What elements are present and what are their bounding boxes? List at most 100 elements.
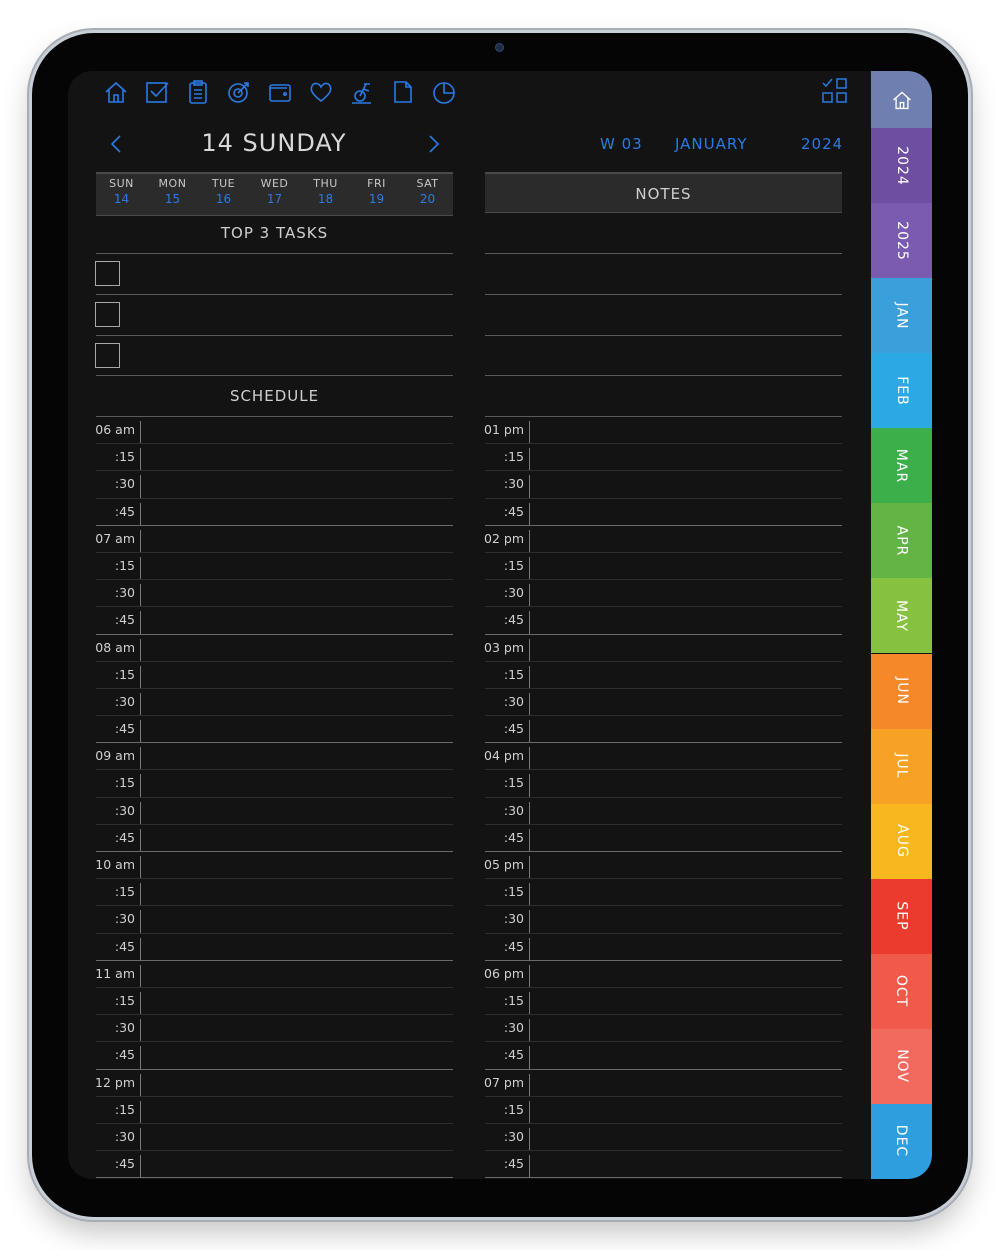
month-link[interactable]: JANUARY — [675, 135, 748, 153]
schedule-slot[interactable]: :45 — [96, 716, 453, 744]
schedule-slot[interactable]: 04 pm — [484, 743, 842, 771]
schedule-slot[interactable]: :30 — [485, 689, 842, 717]
weekday-mon[interactable]: MON 15 — [147, 174, 198, 215]
tab-apr[interactable]: APR — [871, 503, 932, 579]
schedule-slot[interactable]: :45 — [96, 825, 453, 852]
task-checkbox-2[interactable] — [95, 302, 120, 327]
tab-oct[interactable]: OCT — [871, 953, 932, 1029]
clipboard-icon[interactable] — [185, 79, 211, 105]
schedule-slot[interactable]: 11 am — [95, 961, 453, 988]
document-icon[interactable] — [390, 79, 416, 105]
weekday-fri[interactable]: FRI 19 — [351, 174, 402, 215]
schedule-slot[interactable]: :15 — [96, 988, 453, 1016]
schedule-slot[interactable]: :45 — [96, 1042, 453, 1070]
schedule-slot[interactable]: :30 — [485, 580, 842, 608]
home-icon[interactable] — [103, 79, 129, 105]
tab-sep[interactable]: SEP — [871, 878, 932, 954]
schedule-slot[interactable]: :15 — [485, 770, 842, 798]
schedule-slot[interactable]: :30 — [96, 471, 453, 499]
weekday-tue[interactable]: TUE 16 — [198, 174, 249, 215]
fitness-bike-icon[interactable] — [349, 79, 375, 105]
schedule-slot[interactable]: 06 am — [95, 417, 453, 445]
schedule-slot[interactable]: :30 — [485, 1015, 842, 1043]
schedule-slot[interactable]: :30 — [96, 798, 453, 825]
schedule-slot[interactable]: :15 — [485, 879, 842, 907]
pie-chart-icon[interactable] — [431, 79, 457, 105]
schedule-slot[interactable]: 09 am — [95, 743, 453, 771]
schedule-slot[interactable]: :15 — [485, 988, 842, 1016]
schedule-slot[interactable]: 06 pm — [484, 961, 842, 988]
weekday-sat[interactable]: SAT 20 — [402, 174, 453, 215]
schedule-slot[interactable]: :30 — [485, 798, 842, 825]
notes-line[interactable] — [485, 335, 842, 336]
task-checkbox-3[interactable] — [95, 343, 120, 368]
schedule-slot[interactable]: :45 — [96, 934, 453, 961]
schedule-slot[interactable]: :45 — [485, 1042, 842, 1070]
schedule-slot[interactable]: :15 — [96, 553, 453, 581]
schedule-slot[interactable]: 07 am — [95, 526, 453, 553]
schedule-slot[interactable]: 02 pm — [484, 526, 842, 553]
schedule-slot[interactable]: :15 — [96, 879, 453, 907]
task-line[interactable] — [96, 294, 453, 295]
schedule-slot[interactable]: :15 — [96, 1097, 453, 1124]
tab-dec[interactable]: DEC — [871, 1103, 932, 1179]
week-link[interactable]: W 03 — [600, 135, 643, 153]
year-link[interactable]: 2024 — [801, 135, 843, 153]
tab-2024[interactable]: 2024 — [871, 128, 932, 204]
schedule-slot[interactable]: 03 pm — [484, 635, 842, 662]
heart-icon[interactable] — [308, 79, 334, 105]
schedule-slot[interactable]: :30 — [485, 471, 842, 499]
schedule-slot[interactable]: :45 — [485, 934, 842, 961]
task-checkbox-1[interactable] — [95, 261, 120, 286]
schedule-slot[interactable]: :45 — [485, 1151, 842, 1179]
schedule-slot[interactable]: :45 — [485, 499, 842, 526]
schedule-slot[interactable]: :15 — [96, 770, 453, 798]
weekday-sun[interactable]: SUN 14 — [96, 174, 147, 215]
schedule-slot[interactable]: :45 — [96, 1151, 453, 1179]
schedule-slot[interactable]: :30 — [96, 1015, 453, 1043]
schedule-slot[interactable]: :30 — [485, 1124, 842, 1152]
tab-home[interactable] — [871, 71, 932, 128]
tab-jul[interactable]: JUL — [871, 728, 932, 804]
tab-aug[interactable]: AUG — [871, 803, 932, 879]
notes-line[interactable] — [485, 294, 842, 295]
schedule-slot[interactable]: :45 — [485, 825, 842, 852]
tab-feb[interactable]: FEB — [871, 353, 932, 429]
schedule-slot[interactable]: :15 — [485, 662, 842, 689]
tab-jan[interactable]: JAN — [871, 278, 932, 354]
schedule-slot[interactable]: :30 — [96, 580, 453, 608]
tab-2025[interactable]: 2025 — [871, 203, 932, 279]
schedule-slot[interactable]: :15 — [96, 662, 453, 689]
previous-day-chevron-icon[interactable] — [108, 134, 124, 154]
schedule-slot[interactable]: :15 — [485, 553, 842, 581]
goal-icon[interactable] — [226, 79, 252, 105]
schedule-slot[interactable]: :30 — [485, 906, 842, 934]
schedule-slot[interactable]: 01 pm — [484, 417, 842, 445]
checklist-grid-icon[interactable] — [821, 77, 849, 105]
task-line[interactable] — [96, 335, 453, 336]
schedule-slot[interactable]: :15 — [96, 444, 453, 472]
notes-line[interactable] — [485, 375, 842, 376]
schedule-slot[interactable]: :15 — [485, 1097, 842, 1124]
schedule-slot[interactable]: 05 pm — [484, 852, 842, 880]
schedule-slot[interactable]: :45 — [96, 499, 453, 526]
schedule-slot[interactable]: :45 — [96, 607, 453, 635]
tab-mar[interactable]: MAR — [871, 428, 932, 504]
tab-nov[interactable]: NOV — [871, 1028, 932, 1104]
schedule-slot[interactable]: 10 am — [95, 852, 453, 880]
schedule-slot[interactable]: :15 — [485, 444, 842, 472]
weekday-wed[interactable]: WED 17 — [249, 174, 300, 215]
next-day-chevron-icon[interactable] — [426, 134, 442, 154]
notes-line[interactable] — [485, 253, 842, 254]
schedule-slot[interactable]: 08 am — [95, 635, 453, 662]
schedule-slot[interactable]: :45 — [485, 716, 842, 744]
schedule-slot[interactable]: 12 pm — [95, 1070, 453, 1097]
weekday-thu[interactable]: THU 18 — [300, 174, 351, 215]
schedule-slot[interactable]: :30 — [96, 689, 453, 717]
check-square-icon[interactable] — [144, 79, 170, 105]
wallet-icon[interactable] — [267, 79, 293, 105]
tab-may[interactable]: MAY — [871, 578, 932, 654]
schedule-slot[interactable]: 07 pm — [484, 1070, 842, 1097]
tab-jun[interactable]: JUN — [871, 653, 932, 729]
schedule-slot[interactable]: :45 — [485, 607, 842, 635]
